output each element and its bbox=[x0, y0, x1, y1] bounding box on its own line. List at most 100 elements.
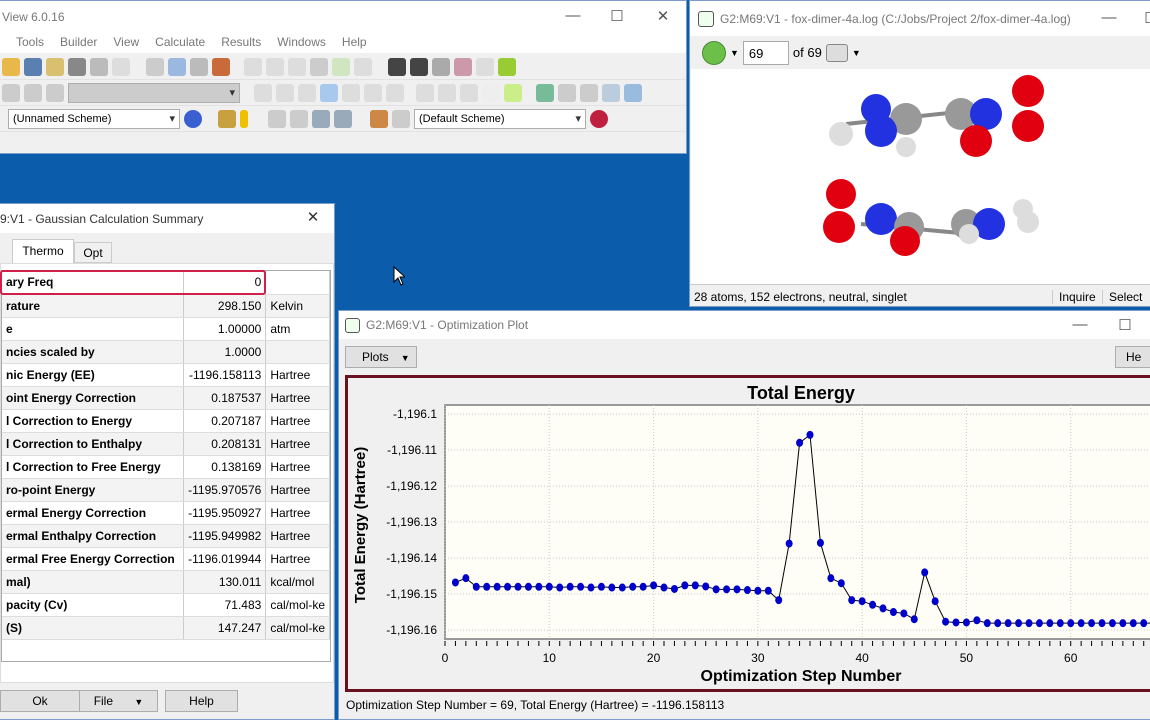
paste-icon[interactable] bbox=[190, 58, 208, 76]
table-row[interactable]: ermal Free Energy Correction-1196.019944… bbox=[2, 547, 330, 570]
select-box-icon[interactable] bbox=[438, 84, 456, 102]
build-icon[interactable] bbox=[218, 110, 236, 128]
frame-spinner[interactable]: 69 bbox=[743, 41, 789, 65]
table-row[interactable]: l Correction to Free Energy0.138169Hartr… bbox=[2, 455, 330, 478]
diamond-icon[interactable] bbox=[476, 58, 494, 76]
save-movie-icon[interactable] bbox=[90, 58, 108, 76]
print-icon[interactable] bbox=[46, 58, 64, 76]
file-button[interactable]: File ▼ bbox=[79, 690, 158, 712]
ring-icon[interactable] bbox=[24, 84, 42, 102]
add-h-icon[interactable] bbox=[342, 84, 360, 102]
inquire-mode[interactable]: Inquire bbox=[1052, 290, 1096, 304]
bond-tool-icon[interactable] bbox=[254, 84, 272, 102]
menu-view[interactable]: View bbox=[105, 31, 147, 53]
maximize-button[interactable]: ☐ bbox=[1102, 316, 1148, 334]
window-list-icon[interactable] bbox=[580, 84, 598, 102]
vibration-icon[interactable] bbox=[826, 44, 848, 62]
cut-icon[interactable] bbox=[146, 58, 164, 76]
table-row[interactable]: ncies scaled by1.0000 bbox=[2, 340, 330, 363]
tab-thermo[interactable]: Thermo bbox=[12, 239, 74, 263]
label-icon[interactable] bbox=[370, 110, 388, 128]
ok-button[interactable]: Ok bbox=[0, 690, 80, 712]
maximize-button[interactable]: ☐ bbox=[1128, 9, 1150, 27]
table-row[interactable]: mal)130.011kcal/mol bbox=[2, 570, 330, 593]
atoms-icon[interactable] bbox=[504, 84, 522, 102]
menu-tools[interactable]: Tools bbox=[8, 31, 52, 53]
next-arrow-icon[interactable] bbox=[334, 110, 352, 128]
element-icon[interactable] bbox=[2, 84, 20, 102]
close-button[interactable]: ✕ bbox=[290, 208, 335, 226]
play-dropdown-icon[interactable]: ▼ bbox=[730, 48, 739, 58]
redo-icon[interactable] bbox=[266, 58, 284, 76]
menu-builder[interactable]: Builder bbox=[52, 31, 105, 53]
menu-help[interactable]: Help bbox=[334, 31, 375, 53]
plots-button[interactable]: Plots▼ bbox=[345, 346, 417, 368]
font-icon[interactable] bbox=[392, 110, 410, 128]
table-row[interactable]: oint Energy Correction0.187537Hartree bbox=[2, 386, 330, 409]
play-status-icon[interactable] bbox=[702, 41, 726, 65]
scheme-select-left[interactable]: (Unnamed Scheme) bbox=[8, 109, 180, 129]
view-icon[interactable] bbox=[602, 84, 620, 102]
scheme-select-right[interactable]: (Default Scheme) bbox=[414, 109, 586, 129]
hydrogen-icon[interactable] bbox=[354, 58, 372, 76]
table-row[interactable]: e1.00000atm bbox=[2, 317, 330, 340]
angle-tool-icon[interactable] bbox=[276, 84, 294, 102]
text-a-icon[interactable] bbox=[388, 58, 406, 76]
pointer-icon[interactable] bbox=[482, 84, 500, 102]
menu-results[interactable]: Results bbox=[213, 31, 269, 53]
bond-icon[interactable] bbox=[498, 58, 516, 76]
close-button[interactable]: ✕ bbox=[640, 7, 686, 25]
help-button[interactable]: Help bbox=[165, 690, 238, 712]
minimize-button[interactable]: — bbox=[1086, 9, 1132, 26]
menu-windows[interactable]: Windows bbox=[269, 31, 334, 53]
table-row[interactable]: l Correction to Enthalpy0.208131Hartree bbox=[2, 432, 330, 455]
table-row[interactable]: (S)147.247cal/mol-ke bbox=[2, 616, 330, 639]
link-icon[interactable] bbox=[432, 58, 450, 76]
camera-icon[interactable] bbox=[68, 58, 86, 76]
table-row[interactable]: ermal Enthalpy Correction-1195.949982Har… bbox=[2, 524, 330, 547]
layers-icon[interactable] bbox=[454, 58, 472, 76]
help-button[interactable]: He bbox=[1115, 346, 1150, 368]
inquire-tool-icon[interactable] bbox=[320, 84, 338, 102]
select-mode[interactable]: Select bbox=[1102, 290, 1142, 304]
view-settings-icon[interactable] bbox=[624, 84, 642, 102]
vibration-dropdown-icon[interactable]: ▼ bbox=[852, 48, 861, 58]
dihedral-tool-icon[interactable] bbox=[298, 84, 316, 102]
energy-chart[interactable]: Total EnergyOptimization Step NumberTota… bbox=[345, 375, 1150, 693]
clean-icon[interactable] bbox=[288, 58, 306, 76]
table-row[interactable]: ermal Energy Correction-1195.950927Hartr… bbox=[2, 501, 330, 524]
text-r-icon[interactable] bbox=[410, 58, 428, 76]
copy-icon[interactable] bbox=[168, 58, 186, 76]
molecule-viewer[interactable] bbox=[691, 69, 1150, 284]
table-row[interactable]: pacity (Cv)71.483cal/mol-ke bbox=[2, 593, 330, 616]
invert-icon[interactable] bbox=[386, 84, 404, 102]
table-row[interactable]: ro-point Energy-1195.970576Hartree bbox=[2, 478, 330, 501]
traffic-light-icon[interactable] bbox=[240, 110, 248, 128]
select-icon[interactable] bbox=[416, 84, 434, 102]
minimize-button[interactable]: — bbox=[1057, 316, 1103, 333]
menu-calculate[interactable]: Calculate bbox=[147, 31, 213, 53]
delete-atom-icon[interactable] bbox=[364, 84, 382, 102]
fragment-select[interactable] bbox=[68, 83, 240, 103]
cascade-icon[interactable] bbox=[268, 110, 286, 128]
tile-icon[interactable] bbox=[290, 110, 308, 128]
undo-icon[interactable] bbox=[244, 58, 262, 76]
table-row[interactable]: l Correction to Energy0.207187Hartree bbox=[2, 409, 330, 432]
brush-icon[interactable] bbox=[310, 58, 328, 76]
table-row[interactable]: rature298.150Kelvin bbox=[2, 294, 330, 317]
delete-icon[interactable] bbox=[212, 58, 230, 76]
minimize-button[interactable]: — bbox=[550, 7, 596, 24]
table-row[interactable]: nic Energy (EE)-1196.158113Hartree bbox=[2, 363, 330, 386]
prev-arrow-icon[interactable] bbox=[312, 110, 330, 128]
tab-opt[interactable]: Opt bbox=[74, 242, 112, 263]
maximize-button[interactable]: ☐ bbox=[594, 7, 640, 25]
new-window-icon[interactable] bbox=[536, 84, 554, 102]
scheme-color-icon[interactable] bbox=[590, 110, 608, 128]
color-scheme-icon[interactable] bbox=[184, 110, 202, 128]
explode-icon[interactable] bbox=[558, 84, 576, 102]
select-lasso-icon[interactable] bbox=[460, 84, 478, 102]
save-icon[interactable] bbox=[24, 58, 42, 76]
list-icon[interactable] bbox=[112, 58, 130, 76]
open-icon[interactable] bbox=[2, 58, 20, 76]
fragment-icon[interactable] bbox=[46, 84, 64, 102]
